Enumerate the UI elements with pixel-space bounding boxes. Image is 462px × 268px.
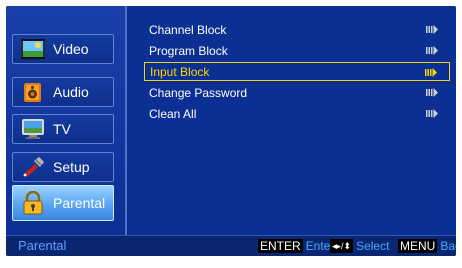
menu-item-label: Parental	[53, 195, 106, 211]
parental-lock-icon	[21, 191, 45, 215]
list-item-change-password[interactable]: Change Password	[144, 83, 450, 102]
menu-item-label: Video	[53, 41, 89, 57]
list-item-input-block[interactable]: Input Block	[144, 62, 450, 81]
list-item-label: Program Block	[149, 43, 228, 58]
menu-item-parental[interactable]: Parental	[12, 185, 114, 221]
list-item-clean-all[interactable]: Clean All	[144, 104, 450, 123]
arrow-right-icon	[425, 68, 437, 77]
list-item-channel-block[interactable]: Channel Block	[144, 20, 450, 39]
navigate-arrows-icon: ◂▸/⬍	[330, 239, 354, 253]
list-item-program-block[interactable]: Program Block	[144, 41, 450, 60]
audio-icon	[21, 81, 45, 103]
enter-hint: ENTER Enter	[258, 239, 334, 253]
footer-bar: Parental ENTER Enter ◂▸/⬍ Select MENU Ba…	[6, 235, 456, 256]
list-item-label: Clean All	[149, 106, 197, 121]
menu-key-label: Back	[440, 239, 456, 253]
menu-item-label: Setup	[53, 159, 90, 175]
menu-item-label: TV	[53, 121, 71, 137]
menu-key: MENU	[398, 239, 438, 253]
menu-item-setup[interactable]: Setup	[12, 152, 114, 182]
menu-item-label: Audio	[53, 84, 89, 100]
menu-item-tv[interactable]: TV	[12, 114, 114, 144]
arrow-right-icon	[426, 109, 438, 118]
arrow-right-icon	[426, 46, 438, 55]
list-item-label: Channel Block	[149, 22, 227, 37]
menu-hint: MENU Back	[398, 239, 456, 253]
tv-icon	[21, 118, 45, 140]
arrow-right-icon	[426, 88, 438, 97]
arrow-right-icon	[426, 25, 438, 34]
footer-title: Parental	[18, 238, 67, 253]
menu-item-audio[interactable]: Audio	[12, 77, 114, 107]
menu-item-video[interactable]: Video	[12, 34, 114, 64]
navigate-hint: ◂▸/⬍ Select	[330, 239, 389, 253]
setup-icon	[21, 156, 45, 178]
parental-options-list: Channel Block Program Block Input Block	[127, 6, 456, 235]
list-item-label: Change Password	[149, 85, 248, 100]
tv-osd-screen: Video Audio TV Setup Parental Channel Bl…	[6, 6, 456, 256]
navigate-key-label: Select	[356, 239, 390, 253]
list-item-label: Input Block	[150, 64, 210, 79]
video-icon	[21, 38, 45, 60]
category-menu: Video Audio TV Setup Parental	[6, 6, 127, 235]
enter-key: ENTER	[258, 239, 303, 253]
